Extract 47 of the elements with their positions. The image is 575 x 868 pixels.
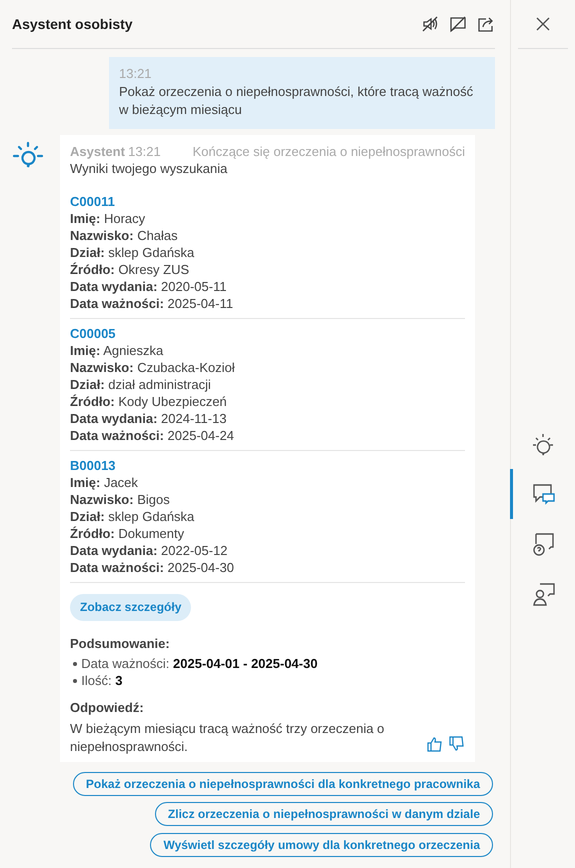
- field-text: Data ważności: 2025-04-30: [70, 559, 236, 576]
- field-text: Data ważności: 2025-04-11: [70, 295, 234, 312]
- field-text: Źródło: Okresy ZUS: [70, 261, 190, 278]
- bullet-icon: [73, 662, 78, 666]
- record-id-link[interactable]: C00005: [70, 325, 465, 342]
- answer-heading: Odpowiedź:: [70, 699, 145, 716]
- field-text: Imię: Horacy: [70, 210, 146, 227]
- share-icon[interactable]: [477, 15, 495, 33]
- record-id-link[interactable]: C00011: [70, 193, 465, 210]
- field-text: Źródło: Kody Ubezpieczeń: [70, 393, 228, 410]
- field-text: Dział: dział administracji: [70, 376, 212, 393]
- field-text: Dział: sklep Gdańska: [70, 244, 196, 261]
- field-text: Ilość: 3: [81, 672, 122, 690]
- message-time: 13:21: [119, 65, 153, 83]
- message-time: 13:21: [128, 143, 161, 160]
- field-text: Nazwisko: Czubacka-Kozioł: [70, 359, 236, 376]
- mute-icon[interactable]: [421, 15, 439, 33]
- details-button[interactable]: Zobacz szczegóły: [70, 594, 192, 621]
- field-text: Imię: Agnieszka: [70, 342, 164, 359]
- field-text: Data ważności: 2025-04-24: [70, 427, 236, 444]
- sender-name: Asystent: [70, 143, 125, 160]
- people-chat-icon: [531, 581, 557, 607]
- suggestion-button[interactable]: Wyświetl szczegóły umowy dla konkretnego orzeczenia: [150, 832, 493, 856]
- field-text: Nazwisko: Bigos: [70, 491, 171, 508]
- field-text: Data ważności: 2025-04-01 - 2025-04-30: [81, 655, 318, 672]
- field-text: Nazwisko: Chałas: [70, 227, 179, 244]
- answer-text: W bieżącym miesiącu tracą ważność trzy orzeczenia o niepełnosprawności.: [70, 720, 386, 756]
- message-text: Pokaż orzeczenia o niepełnosprawności, które tracą ważność w bieżącym miesiącu: [119, 83, 474, 119]
- suggestion-button[interactable]: Pokaż orzeczenia o niepełnosprawności dla konkretnego pracownika: [72, 772, 493, 796]
- bullet-icon: [73, 678, 78, 683]
- no-comment-icon[interactable]: [449, 15, 467, 33]
- summary-heading: Podsumowanie:: [70, 635, 171, 652]
- thumbs-up-icon[interactable]: [426, 736, 442, 752]
- field-text: Data wydania: 2024-11-13: [70, 410, 228, 427]
- field-text: Data wydania: 2022-05-12: [70, 542, 229, 559]
- field-text: Dział: sklep Gdańska: [70, 508, 196, 525]
- message-topic: Kończące się orzeczenia o niepełnosprawności: [192, 143, 465, 160]
- panel-title: Asystent osobisty: [12, 14, 133, 34]
- suggestion-button[interactable]: Zlicz orzeczenia o niepełnosprawności w danym dziale: [154, 802, 493, 826]
- thumbs-down-icon[interactable]: [449, 736, 465, 752]
- field-text: Źródło: Dokumenty: [70, 525, 186, 542]
- intro-text: Wyniki twojego wyszukania: [70, 160, 228, 177]
- field-text: Data wydania: 2020-05-11: [70, 278, 228, 295]
- record-id-link[interactable]: B00013: [70, 457, 465, 474]
- close-icon[interactable]: [535, 16, 551, 32]
- field-text: Imię: Jacek: [70, 474, 139, 491]
- assistant-bulb-icon: [12, 141, 44, 169]
